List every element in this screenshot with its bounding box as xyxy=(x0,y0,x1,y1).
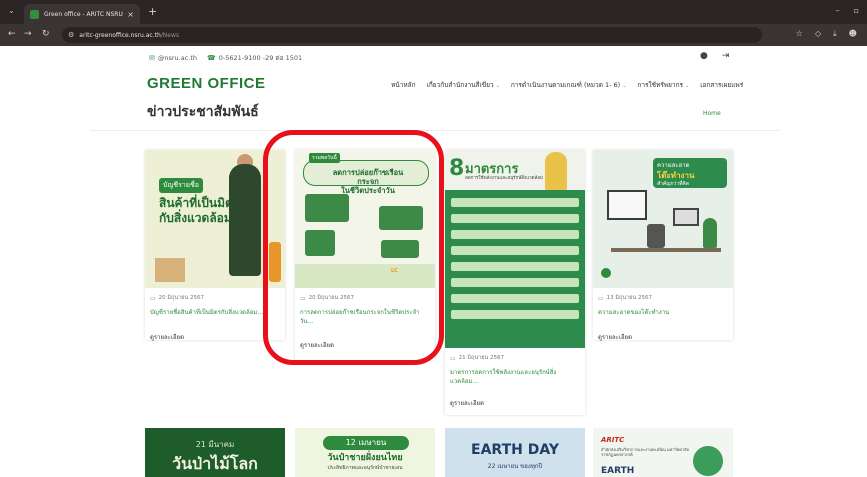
news-thumbnail[interactable]: ความสะอาด โต๊ะทำงาน สำคัญกว่าที่คิด xyxy=(593,150,733,288)
tab-title: Green office - ARITC NSRU xyxy=(44,10,123,18)
mail-icon: ✉ xyxy=(149,54,155,62)
news-thumbnail[interactable]: 8 มาตรการ ลดการใช้พลังงานและอนุรักษ์สิ่ง… xyxy=(445,150,585,348)
chevron-down-icon: ⌄ xyxy=(685,83,690,89)
read-more-link[interactable]: ดูรายละเอียด xyxy=(150,332,280,342)
browser-toolbar: ← → ↻ ⚙ aritc-greenoffice.nsru.ac.th /Ne… xyxy=(0,24,867,46)
card-date: ▭ 20 มิถุนายน 2567 xyxy=(150,294,204,302)
new-tab-button[interactable]: + xyxy=(148,5,157,18)
browser-tab-bar: ⌄ Green office - ARITC NSRU × + – ▫ xyxy=(0,0,867,24)
nav-item-resources[interactable]: การใช้ทรัพยากร ⌄ xyxy=(637,80,689,90)
maximize-icon[interactable]: ▫ xyxy=(854,6,859,15)
minimize-icon[interactable]: – xyxy=(836,6,840,15)
thumb-headline: วันป๋าชายฝั่งยนไทย xyxy=(327,453,403,463)
main-navigation: หน้าหลัก เกี่ยวกับสำนักงานสีเขียว ⌄ การดำ… xyxy=(391,80,743,90)
read-more-link[interactable]: ดูรายละเอียด xyxy=(598,332,728,342)
thumb-headline: EARTH xyxy=(601,466,635,476)
nav-item-about[interactable]: เกี่ยวกับสำนักงานสีเขียว ⌄ xyxy=(427,80,500,90)
close-tab-icon[interactable]: × xyxy=(127,10,134,19)
news-card[interactable]: 8 มาตรการ ลดการใช้พลังงานและอนุรักษ์สิ่ง… xyxy=(445,150,585,415)
thumb-subtitle: สำนักส่งเสริมวิชาการและงานทะเบียน มหาวิท… xyxy=(601,447,689,457)
thumb-headline: สินค้าที่เป็นมิตร กับสิ่งแวดล้อม xyxy=(159,196,240,225)
chair-illustration xyxy=(647,224,665,248)
globe-illustration xyxy=(693,446,723,476)
highlight-circle xyxy=(263,130,444,365)
thumb-date: 12 เมษายน xyxy=(323,436,409,450)
person-illustration xyxy=(545,152,567,190)
favicon-icon xyxy=(30,9,39,19)
person-body-illustration xyxy=(229,164,261,276)
thumb-subtitle: ลดการใช้พลังงานและอนุรักษ์สิ่งแวดล้อม xyxy=(465,176,544,181)
news-thumbnail-bottom[interactable]: 21 มีนาคม วันป่าไม้โลก xyxy=(145,428,285,477)
url-host: aritc-greenoffice.nsru.ac.th xyxy=(79,31,161,39)
chevron-down-icon: ⌄ xyxy=(495,83,500,89)
measure-row xyxy=(451,230,579,239)
chevron-down-icon: ⌄ xyxy=(622,83,627,89)
extensions-icon[interactable]: ◇ xyxy=(815,29,821,39)
news-thumbnail-bottom[interactable]: EARTH DAY 22 เมษายน ของทุกปี xyxy=(445,428,585,477)
toolbar-icons: ☆ ◇ ⤓ ☻ xyxy=(796,29,857,39)
back-icon[interactable]: ← xyxy=(8,29,16,39)
monitor-illustration xyxy=(673,208,699,226)
nav-item-home[interactable]: หน้าหลัก xyxy=(391,80,416,90)
measure-row xyxy=(451,214,579,223)
thumb-headline: วันป่าไม้โลก xyxy=(172,454,258,473)
calendar-icon: ▭ xyxy=(598,294,604,302)
nav-item-criteria[interactable]: การดำเนินงานตามเกณฑ์ (หมวด 1- 6) ⌄ xyxy=(511,80,627,90)
thumb-date: 22 เมษายน ของทุกปี xyxy=(487,463,543,470)
news-card[interactable]: ความสะอาด โต๊ะทำงาน สำคัญกว่าที่คิด ▭ 13 … xyxy=(593,150,733,342)
measure-row xyxy=(451,198,579,207)
contact-info-bar: ✉ @nsru.ac.th ☎ 0-5621-9100 -29 ต่อ 1501 xyxy=(149,53,302,63)
phone-icon: ☎ xyxy=(207,54,216,62)
plant-illustration xyxy=(703,218,717,248)
measure-row xyxy=(451,278,579,287)
desk-illustration xyxy=(611,248,721,252)
email-contact[interactable]: ✉ @nsru.ac.th xyxy=(149,54,197,62)
window-controls: – ▫ xyxy=(836,6,859,15)
calendar-icon: ▭ xyxy=(450,354,456,362)
small-logo-icon xyxy=(601,268,611,278)
news-thumbnail-bottom[interactable]: ARITC สำนักส่งเสริมวิชาการและงานทะเบียน … xyxy=(593,428,733,477)
bookmark-star-icon[interactable]: ☆ xyxy=(796,29,803,39)
nav-item-documents[interactable]: เอกสารเผยแพร่ xyxy=(700,80,743,90)
thumb-logo: ARITC xyxy=(601,436,625,444)
breadcrumb-home[interactable]: Home xyxy=(703,110,721,117)
thumb-line3: สำคัญกว่าที่คิด xyxy=(657,181,689,187)
tab-search-icon[interactable]: ⌄ xyxy=(8,6,15,15)
shelf-illustration xyxy=(607,190,647,220)
card-date: ▭ 21 มิถุนายน 2567 xyxy=(450,354,504,362)
page-title: ข่าวประชาสัมพันธ์ xyxy=(147,104,259,120)
measure-row xyxy=(451,262,579,271)
measure-row xyxy=(451,294,579,303)
measure-row xyxy=(451,310,579,319)
reload-icon[interactable]: ↻ xyxy=(42,29,50,39)
thumb-subtitle: ประสิทธิภาพและอนุรักษ์ป่าชายเลน xyxy=(327,465,403,471)
thumb-number: 8 xyxy=(449,156,465,181)
calendar-icon: ▭ xyxy=(150,294,156,302)
site-logo[interactable]: GREEN OFFICE xyxy=(147,75,266,92)
login-icon[interactable]: ⇥ xyxy=(722,51,730,61)
header-divider xyxy=(90,130,780,131)
site-info-icon[interactable]: ⚙ xyxy=(68,31,74,39)
measure-row xyxy=(451,246,579,255)
profile-icon[interactable]: ☻ xyxy=(849,29,857,39)
thumb-pill: บัญชีรายชื่อ xyxy=(159,178,203,193)
facebook-icon[interactable]: ● xyxy=(700,51,708,61)
card-date: ▭ 13 มิถุนายน 2567 xyxy=(598,294,652,302)
thumb-date: 21 มีนาคม xyxy=(195,440,235,449)
read-more-link[interactable]: ดูรายละเอียด xyxy=(450,398,580,408)
url-path: /News xyxy=(160,31,179,39)
social-links: ● ⇥ xyxy=(700,51,729,61)
card-title-link[interactable]: มาตรการลดการใช้พลังงานและอนุรักษ์สิ่งแวด… xyxy=(450,368,580,386)
box-illustration xyxy=(155,258,185,282)
card-title-link[interactable]: ความสะอาดของโต๊ะทำงาน xyxy=(598,308,728,317)
phone-contact: ☎ 0-5621-9100 -29 ต่อ 1501 xyxy=(207,54,303,62)
thumb-headline: EARTH DAY xyxy=(471,442,559,458)
forward-icon[interactable]: → xyxy=(24,29,32,39)
address-bar[interactable]: ⚙ aritc-greenoffice.nsru.ac.th /News xyxy=(62,27,762,43)
news-thumbnail-bottom[interactable]: 12 เมษายน วันป๋าชายฝั่งยนไทย ประสิทธิภาพ… xyxy=(295,428,435,477)
card-title-link[interactable]: บัญชีรายชื่อสินค้าที่เป็นมิตรกับสิ่งแวดล… xyxy=(150,308,280,317)
browser-tab-active[interactable]: Green office - ARITC NSRU × xyxy=(24,4,140,24)
download-icon[interactable]: ⤓ xyxy=(833,29,837,39)
